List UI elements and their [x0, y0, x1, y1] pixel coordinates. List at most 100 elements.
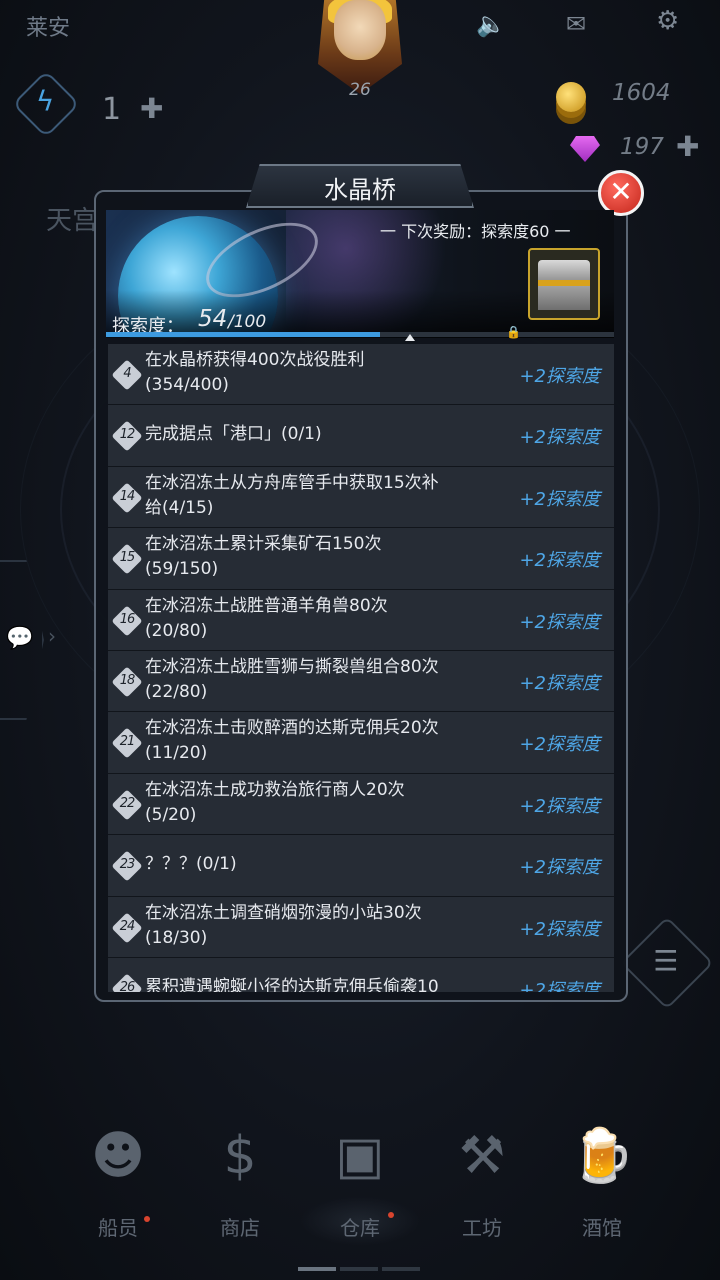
task-number: 16	[119, 611, 136, 627]
mail-icon[interactable]: ✉	[566, 10, 586, 38]
task-row: 12 完成据点「港口」(0/1) +2探索度	[108, 405, 614, 467]
task-row: 16 在冰沼冻土战胜普通羊角兽80次 (20/80) +2探索度	[108, 589, 614, 651]
task-row: 22 在冰沼冻土成功救治旅行商人20次 (5/20) +2探索度	[108, 773, 614, 836]
player-level: 26	[349, 80, 371, 100]
task-number: 12	[119, 427, 136, 443]
chest-band	[538, 280, 590, 286]
task-number: 18	[119, 672, 136, 688]
chest-lid	[538, 260, 590, 282]
nav-shop-label: 商店	[220, 1216, 260, 1240]
coin-count: 1604	[612, 80, 671, 106]
task-line-1: 在冰沼冻土成功救治旅行商人20次	[145, 779, 405, 800]
crew-icon: ☻	[90, 1126, 146, 1186]
task-description: 在冰沼冻土成功救治旅行商人20次 (5/20)	[145, 778, 485, 828]
nav-crew[interactable]: ☻ 船员	[58, 1100, 178, 1260]
task-line-2: (59/150)	[145, 559, 219, 580]
task-line-1: 在冰沼冻土战胜雪狮与撕裂兽组合80次	[145, 656, 439, 677]
task-row: 26 累积遭遇蜿蜒小径的达斯克佣兵偷袭10 +2探索度	[108, 957, 614, 992]
task-number: 23	[119, 857, 136, 873]
task-line-2: (18/30)	[145, 927, 208, 948]
task-line-2: (20/80)	[145, 620, 208, 641]
page-indicator	[298, 1256, 424, 1275]
nav-workshop[interactable]: ⚒ 工坊	[422, 1100, 542, 1260]
location-label: 莱安	[26, 16, 71, 41]
task-line-1: 在冰沼冻土调查硝烟弥漫的小站30次	[145, 902, 422, 923]
close-icon: ✕	[609, 175, 633, 208]
chat-icon[interactable]: 💬	[6, 626, 33, 651]
task-number: 22	[119, 795, 136, 811]
next-reward-label: 一 下次奖励：探索度60 一	[380, 222, 571, 241]
task-reward: +2探索度	[519, 979, 600, 992]
task-reward: +2探索度	[519, 857, 600, 879]
coin-icon	[556, 82, 586, 112]
shop-icon: $	[223, 1126, 257, 1186]
task-number: 14	[119, 488, 136, 504]
hammer-icon: ⚒	[458, 1126, 506, 1186]
task-line-2: (22/80)	[145, 681, 208, 702]
task-line-1: ？？？(0/1)	[145, 854, 237, 875]
task-reward: +2探索度	[519, 672, 600, 694]
task-row: 23 ？？？(0/1) +2探索度	[108, 835, 614, 897]
task-list[interactable]: 4 在水晶桥获得400次战役胜利 (354/400) +2探索度 12 完成据点「港口」(…	[108, 344, 614, 992]
task-reward: +2探索度	[519, 550, 600, 572]
nav-shop[interactable]: $ 商店	[180, 1100, 300, 1260]
nav-workshop-label: 工坊	[462, 1216, 502, 1240]
background-area-label: 天宫	[46, 206, 99, 236]
task-reward: +2探索度	[519, 918, 600, 940]
task-description: 在冰沼冻土调查硝烟弥漫的小站30次 (18/30)	[145, 901, 485, 951]
task-line-1: 在冰沼冻土战胜普通羊角兽80次	[145, 595, 388, 616]
energy-icon: ϟ	[12, 70, 80, 138]
lock-icon: 🔒	[506, 325, 521, 339]
task-line-1: 在冰沼冻土累计采集矿石150次	[145, 534, 382, 555]
task-reward: +2探索度	[519, 427, 600, 449]
exploration-progress-bar	[106, 332, 381, 337]
nav-crew-label: 船员	[98, 1216, 138, 1240]
task-line-2: (11/20)	[145, 743, 208, 764]
task-line-1: 累积遭遇蜿蜒小径的达斯克佣兵偷袭10	[145, 976, 439, 992]
task-line-2: (5/20)	[145, 804, 197, 825]
task-number: 21	[119, 734, 136, 750]
task-description: 在水晶桥获得400次战役胜利 (354/400)	[145, 348, 485, 398]
task-row: 15 在冰沼冻土累计采集矿石150次 (59/150) +2探索度	[108, 528, 614, 590]
gear-icon[interactable]: ⚙	[656, 6, 679, 36]
modal-title: 水晶桥	[324, 176, 396, 204]
task-reward: +2探索度	[519, 734, 600, 756]
task-line-1: 在冰沼冻土击败醉酒的达斯克佣兵20次	[145, 718, 439, 739]
add-gems-button[interactable]: ✚	[676, 130, 699, 163]
task-number: 15	[119, 550, 136, 566]
task-line-1: 完成据点「港口」(0/1)	[145, 424, 322, 445]
task-line-2: 给(4/15)	[145, 497, 214, 518]
notification-dot	[144, 1216, 150, 1222]
chest-body	[538, 282, 590, 310]
page-dot	[382, 1267, 420, 1271]
task-description: 累积遭遇蜿蜒小径的达斯克佣兵偷袭10	[145, 975, 485, 992]
gem-count: 197	[620, 134, 664, 160]
task-description: 在冰沼冻土战胜雪狮与撕裂兽组合80次 (22/80)	[145, 655, 485, 705]
task-number: 26	[119, 979, 136, 992]
task-description: 在冰沼冻土击败醉酒的达斯克佣兵20次 (11/20)	[145, 716, 485, 766]
task-description: 完成据点「港口」(0/1)	[145, 422, 485, 447]
task-description: ？？？(0/1)	[145, 852, 485, 877]
task-reward: +2探索度	[519, 611, 600, 633]
chest-icon: ▣	[335, 1126, 385, 1186]
task-line-1: 在冰沼冻土从方舟库管手中获取15次补	[145, 472, 439, 493]
nav-tavern[interactable]: 🍺 酒馆	[542, 1100, 662, 1260]
chevron-right-icon: ›	[48, 624, 56, 648]
task-row: 14 在冰沼冻土从方舟库管手中获取15次补 给(4/15) +2探索度	[108, 466, 614, 529]
task-row: 21 在冰沼冻土击败醉酒的达斯克佣兵20次 (11/20) +2探索度	[108, 712, 614, 774]
task-line-2: (354/400)	[145, 375, 229, 395]
reward-chest-icon[interactable]	[528, 248, 600, 320]
page-dot	[340, 1267, 378, 1271]
progress-marker	[405, 334, 415, 341]
explore-max: /100	[228, 312, 267, 332]
task-number: 24	[119, 918, 136, 934]
sound-icon[interactable]: 🔈	[476, 10, 506, 38]
nav-warehouse[interactable]: ▣ 仓库	[300, 1100, 420, 1260]
quest-list-button[interactable]: ☰	[620, 916, 714, 1010]
task-row: 18 在冰沼冻土战胜雪狮与撕裂兽组合80次 (22/80) +2探索度	[108, 650, 614, 713]
nav-tavern-label: 酒馆	[582, 1216, 622, 1240]
task-description: 在冰沼冻土累计采集矿石150次 (59/150)	[145, 532, 485, 582]
task-number: 4	[123, 366, 131, 381]
checklist-icon: ☰	[653, 944, 679, 978]
add-energy-button[interactable]: ✚	[140, 92, 163, 125]
